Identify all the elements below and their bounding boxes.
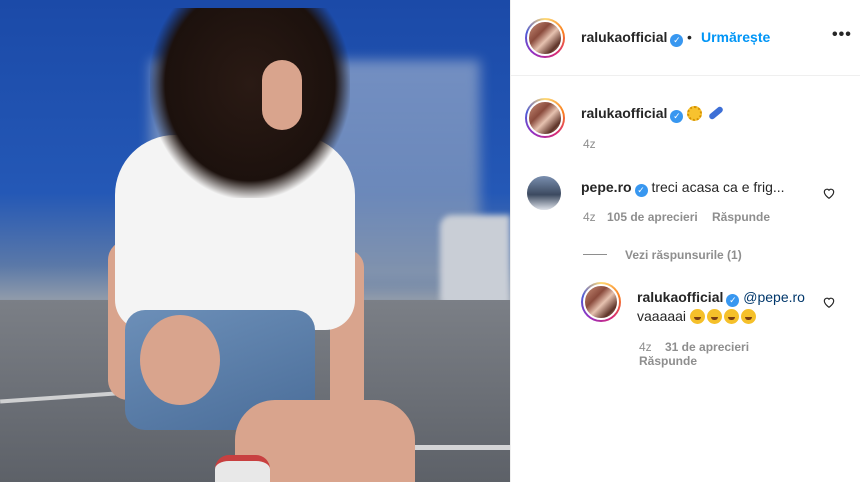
verified-badge-icon: ✓ (634, 184, 648, 197)
comment-timestamp[interactable]: 4z (583, 210, 596, 224)
hair (150, 8, 350, 198)
author-avatar[interactable] (525, 18, 565, 58)
verified-badge-icon: ✓ (670, 34, 684, 47)
grinning-emoji-icon (706, 309, 722, 324)
comment-reply-button[interactable]: Răspunde (712, 210, 770, 224)
caption-username[interactable]: ralukaofficial ✓ (581, 105, 725, 123)
grinning-emoji-icon (723, 309, 739, 324)
author-username[interactable]: ralukaofficial ✓ (581, 29, 684, 47)
sun-emoji-icon (687, 106, 703, 121)
knee (140, 315, 220, 405)
view-replies-button[interactable]: Vezi răspunsurile (1) (625, 248, 742, 262)
reply-avatar[interactable] (581, 282, 621, 322)
reply-like-count[interactable]: 31 de aprecieri (665, 340, 749, 354)
verified-badge-icon: ✓ (670, 110, 684, 123)
grinning-emoji-icon (689, 309, 705, 324)
reply-text-line: vaaaaai (637, 308, 758, 324)
heart-outline-icon[interactable] (822, 186, 836, 200)
follow-button[interactable]: Urmărește (701, 29, 770, 45)
replies-divider (583, 254, 607, 255)
reply-reply-button[interactable]: Răspunde (639, 354, 697, 368)
reply-body: ralukaofficial ✓ @pepe.ro (637, 289, 805, 307)
grinning-emoji-icon (740, 309, 756, 324)
face (262, 60, 302, 130)
separator-dot: • (687, 29, 692, 45)
comment-like-count[interactable]: 105 de aprecieri (607, 210, 698, 224)
skateboard-emoji-icon (708, 105, 725, 121)
commenter-username[interactable]: pepe.ro (581, 179, 632, 195)
reply-username[interactable]: ralukaofficial (637, 289, 723, 305)
comment-text: treci acasa ca e frig... (651, 179, 785, 195)
sneaker (215, 455, 270, 482)
heart-outline-icon[interactable] (822, 295, 836, 309)
road-marking (410, 445, 510, 450)
reply-mention-link[interactable]: @pepe.ro (743, 289, 805, 305)
verified-badge-icon: ✓ (726, 294, 740, 307)
background-car (440, 215, 510, 310)
caption-timestamp[interactable]: 4z (583, 137, 596, 151)
comment-body: pepe.ro ✓ treci acasa ca e frig... (581, 179, 785, 197)
more-options-icon[interactable]: ••• (832, 26, 852, 44)
post-header: ralukaofficial ✓ • Urmărește ••• (511, 0, 860, 76)
reply-timestamp[interactable]: 4z (639, 340, 652, 354)
post-photo[interactable] (0, 0, 510, 482)
caption-avatar[interactable] (525, 98, 565, 138)
commenter-avatar[interactable] (527, 176, 561, 210)
reply-text: vaaaaai (637, 308, 687, 324)
post-sidebar: ralukaofficial ✓ • Urmărește ••• ralukaof… (510, 0, 860, 482)
